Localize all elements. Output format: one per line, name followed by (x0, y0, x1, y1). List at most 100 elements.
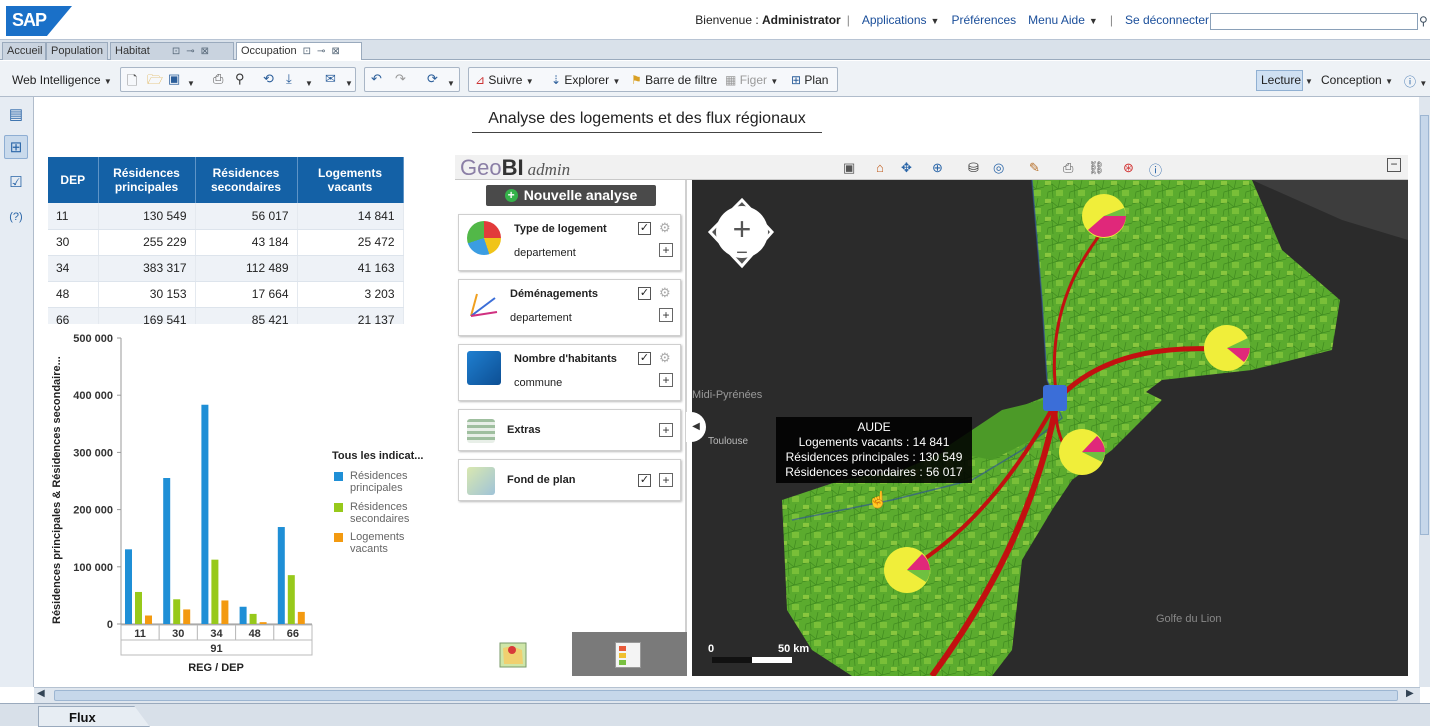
new-analysis-button[interactable]: + Nouvelle analyse (486, 185, 656, 206)
filter-bar-button[interactable]: ⚑ Barre de filtre (631, 73, 717, 87)
mail-icon[interactable]: ✉ (325, 71, 336, 87)
table-row[interactable]: 48 30 153 17 664 3 203 (48, 281, 404, 308)
suivre-button[interactable]: ⊿ Suivre ▼ (475, 73, 534, 87)
map-view-icon[interactable] (498, 640, 528, 670)
open-folder-icon[interactable]: 🗁 (147, 71, 163, 93)
export-icon[interactable]: ⤓ (286, 71, 292, 87)
pie-marker[interactable] (1082, 194, 1126, 238)
column-header[interactable]: Résidences principales (98, 157, 196, 203)
binoculars-icon[interactable]: ⛁ (968, 160, 979, 176)
column-header[interactable]: DEP (48, 157, 99, 203)
web-intelligence-menu[interactable]: Web Intelligence ▼ (12, 73, 112, 87)
dock-icon[interactable]: ⊸ (186, 46, 194, 57)
zoom-icon[interactable]: ⊕ (932, 160, 943, 176)
expand-layer-button[interactable]: + (659, 373, 673, 387)
find-icon[interactable]: ⚲ (235, 71, 245, 87)
input-controls-icon[interactable]: ☑ (4, 171, 28, 195)
close-icon[interactable]: ⊠ (201, 46, 209, 57)
save-icon[interactable]: ▣ (168, 71, 180, 87)
redo-icon[interactable]: ↷ (395, 71, 406, 87)
scrollbar-thumb[interactable] (1420, 115, 1429, 535)
help-icon[interactable]: ⓘ ▼ (1404, 73, 1427, 90)
layer-nombre-habitants[interactable]: Nombre d'habitants commune ✓ ⚙ + (458, 344, 681, 401)
column-header[interactable]: Résidences secondaires (195, 157, 298, 203)
horizontal-scrollbar[interactable]: ◀ ▶ (34, 687, 1420, 703)
chevron-down-icon[interactable]: ▼ (187, 74, 195, 89)
history-icon[interactable]: ⟲ (263, 71, 274, 87)
expand-layer-button[interactable]: + (659, 473, 673, 487)
close-icon[interactable]: ⊠ (331, 46, 339, 57)
link-icon[interactable]: ⛓ (1088, 160, 1105, 176)
scroll-right-icon[interactable]: ▶ (1406, 688, 1414, 699)
table-row[interactable]: 11 130 549 56 017 14 841 (48, 203, 404, 230)
lifebuoy-icon[interactable]: ⊛ (1123, 160, 1134, 176)
pin-icon[interactable]: ⊡ (172, 46, 180, 57)
navigation-map-icon[interactable]: ⊞ (4, 135, 28, 159)
layer-demenagements[interactable]: Déménagements departement ✓ ⚙ + (458, 279, 681, 336)
gear-icon[interactable]: ⚙ (659, 285, 671, 301)
scroll-left-icon[interactable]: ◀ (37, 688, 45, 699)
scrollbar-thumb[interactable] (54, 690, 1398, 701)
pie-marker[interactable] (1059, 429, 1105, 475)
tab-population[interactable]: Population (46, 42, 108, 60)
applications-menu[interactable]: Applications ▼ (862, 13, 940, 27)
explorer-button[interactable]: ⇣ Explorer ▼ (551, 73, 620, 87)
chevron-down-icon[interactable]: ▼ (345, 74, 353, 89)
tab-habitat[interactable]: Habitat ⊡ ⊸ ⊠ (110, 42, 234, 60)
dock-icon[interactable]: ⊸ (317, 46, 325, 57)
tab-occupation[interactable]: Occupation ⊡ ⊸ ⊠ (236, 42, 362, 60)
layer-extras[interactable]: Extras + (458, 409, 681, 451)
expand-layer-button[interactable]: + (659, 243, 673, 257)
preferences-link[interactable]: Préférences (951, 13, 1016, 27)
vertical-scrollbar[interactable] (1419, 97, 1430, 687)
flow-origin-marker[interactable] (1043, 385, 1067, 411)
column-header[interactable]: Logements vacants (297, 157, 404, 203)
expand-layer-button[interactable]: + (659, 308, 673, 322)
layer-visibility-checkbox[interactable]: ✓ (638, 474, 651, 487)
gear-icon[interactable]: ⚙ (659, 350, 671, 366)
new-document-icon[interactable]: 🗋 (127, 72, 137, 94)
chevron-down-icon[interactable]: ▼ (1305, 73, 1313, 87)
pie-marker[interactable] (884, 547, 930, 593)
search-icon[interactable]: ⚲ (1419, 14, 1428, 28)
layer-visibility-checkbox[interactable]: ✓ (638, 222, 651, 235)
help-panel-icon[interactable]: (?) (4, 205, 28, 229)
zoom-control[interactable]: + − (707, 197, 775, 269)
plan-button[interactable]: ⊞ Plan (791, 73, 828, 87)
print-icon[interactable]: ⎙ (1063, 160, 1073, 176)
document-summary-icon[interactable]: ▤ (4, 103, 28, 127)
pie-marker[interactable] (1204, 325, 1251, 371)
save-icon[interactable]: ▣ (843, 160, 855, 176)
layer-type-logement[interactable]: Type de logement departement ✓ ⚙ + (458, 214, 681, 271)
print-icon[interactable]: ⎙ (213, 71, 223, 87)
paint-icon[interactable]: ✎ (1029, 160, 1040, 176)
refresh-icon[interactable]: ⟳ (427, 71, 438, 87)
layer-visibility-checkbox[interactable]: ✓ (638, 352, 651, 365)
figer-button[interactable]: ▦ Figer ▼ (725, 73, 778, 87)
table-row[interactable]: 30 255 229 43 184 25 472 (48, 229, 404, 256)
chevron-down-icon[interactable]: ▼ (305, 74, 313, 89)
legend-view-tab[interactable] (572, 632, 687, 676)
conception-mode-button[interactable]: Conception ▼ (1321, 73, 1393, 87)
pan-icon[interactable]: ✥ (901, 160, 912, 176)
chevron-down-icon[interactable]: ▼ (447, 74, 455, 89)
bar (163, 478, 171, 624)
x-tick-label: 30 (172, 628, 184, 640)
table-row[interactable]: 34 383 317 112 489 41 163 (48, 255, 404, 282)
target-icon[interactable]: ◎ (993, 160, 1004, 176)
pin-icon[interactable]: ⊡ (303, 46, 311, 57)
tab-flux[interactable]: Flux (38, 706, 150, 727)
minimize-icon[interactable]: − (1387, 158, 1401, 172)
gear-icon[interactable]: ⚙ (659, 220, 671, 236)
undo-icon[interactable]: ↶ (371, 71, 382, 87)
home-icon[interactable]: ⌂ (876, 160, 884, 175)
help-menu[interactable]: Menu Aide ▼ (1028, 13, 1098, 27)
svg-text:−: − (736, 242, 748, 264)
layer-fond-de-plan[interactable]: Fond de plan ✓ + (458, 459, 681, 501)
info-icon[interactable]: ⓘ (1149, 160, 1162, 179)
layer-visibility-checkbox[interactable]: ✓ (638, 287, 651, 300)
tab-accueil[interactable]: Accueil (2, 42, 46, 60)
logout-link[interactable]: Se déconnecter (1125, 13, 1209, 27)
expand-layer-button[interactable]: + (659, 423, 673, 437)
search-input[interactable] (1210, 13, 1418, 30)
